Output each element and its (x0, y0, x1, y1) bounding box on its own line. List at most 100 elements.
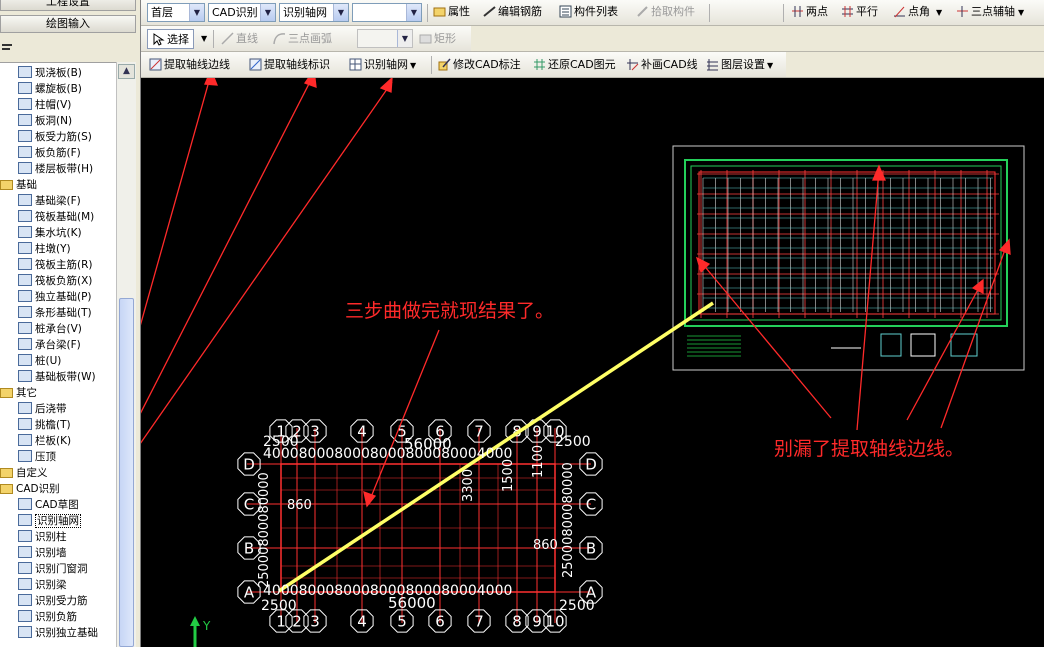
tree-item-label: 现浇板(B) (35, 67, 82, 79)
parallel-axis-button[interactable]: 平行 (841, 2, 878, 22)
tree-item[interactable]: 基础板带(W) (18, 369, 96, 385)
tree-item-label: 栏板(K) (35, 435, 72, 447)
rectangle-button[interactable]: 矩形 (419, 29, 456, 49)
mode-select[interactable]: CAD识别 ▼ (208, 3, 276, 22)
spiral-slab-icon (18, 82, 32, 94)
floor-select[interactable]: 首层 ▼ (147, 3, 205, 22)
component-list-button[interactable]: 构件列表 (559, 2, 618, 22)
tree-item[interactable]: 栏板(K) (18, 433, 71, 449)
rectangle-label: 矩形 (434, 32, 456, 45)
isolated-foundation-icon (18, 290, 32, 302)
chevron-down-icon[interactable]: ▼ (936, 8, 942, 17)
tree-item-label: 识别柱 (35, 531, 67, 543)
tree-item[interactable]: 独立基础(P) (18, 289, 92, 305)
eave-icon (18, 418, 32, 430)
tree-item[interactable]: 识别独立基础 (18, 625, 98, 641)
layer-settings-button[interactable]: 图层设置 ▼ (706, 55, 773, 75)
pick-component-button[interactable]: 拾取构件 (636, 2, 695, 22)
toolbar-separator (709, 4, 710, 22)
tree-item[interactable]: 识别负筋 (18, 609, 77, 625)
cad-drawing-area[interactable]: 1122334455667788991010DDCCBBAA 三步曲做完就现结果… (141, 78, 1044, 647)
tree-item[interactable]: 后浇带 (18, 401, 67, 417)
tree-item[interactable]: 螺旋板(B) (18, 81, 82, 97)
chevron-down-icon[interactable]: ▼ (189, 4, 204, 21)
cad-plan-thumbnail (672, 145, 1025, 371)
collapse-icon-line (2, 48, 10, 50)
chevron-down-icon[interactable]: ▼ (397, 30, 412, 47)
chevron-down-icon[interactable]: ▼ (260, 4, 275, 21)
tree-scrollbar[interactable]: ▲ (116, 62, 136, 647)
tree-item[interactable]: 板洞(N) (18, 113, 72, 129)
select-button[interactable]: 选择 (147, 29, 194, 49)
tree-item[interactable]: 柱墩(Y) (18, 241, 71, 257)
redraw-cad-line-button[interactable]: 补画CAD线 (626, 55, 698, 75)
tree-item[interactable]: 承台梁(F) (18, 337, 81, 353)
tree-item[interactable]: 识别轴网 (18, 513, 81, 529)
tree-item[interactable]: 压顶 (18, 449, 56, 465)
drawing-input-button[interactable]: 绘图输入 (0, 15, 136, 33)
three-point-arc-button[interactable]: 三点画弧 (273, 29, 332, 49)
tree-item[interactable]: 板负筋(F) (18, 145, 81, 161)
target-select[interactable]: 识别轴网 ▼ (279, 3, 349, 22)
recognize-column-icon (18, 530, 32, 542)
three-point-aux-label: 三点辅轴 (971, 5, 1015, 18)
scroll-up-icon[interactable]: ▲ (118, 64, 135, 79)
tree-group[interactable]: 自定义 (0, 465, 48, 481)
raft-foundation-icon (18, 210, 32, 222)
extract-edge-icon (149, 58, 162, 71)
tree-item[interactable]: 桩承台(V) (18, 321, 82, 337)
collapse-icon[interactable] (2, 44, 12, 46)
thumbnail-grid-lines (697, 170, 999, 318)
tree-item[interactable]: CAD草图 (18, 497, 79, 513)
tree-item[interactable]: 条形基础(T) (18, 305, 92, 321)
tree-item[interactable]: 识别梁 (18, 577, 67, 593)
tree-item[interactable]: 识别柱 (18, 529, 67, 545)
tree-group[interactable]: 基础 (0, 177, 37, 193)
tree-item[interactable]: 识别门窗洞 (18, 561, 88, 577)
cursor-icon (152, 33, 165, 46)
tree-item[interactable]: 桩(U) (18, 353, 61, 369)
tree-item[interactable]: 识别墙 (18, 545, 67, 561)
chevron-down-icon[interactable]: ▼ (767, 61, 773, 70)
tree-item-label: 基础板带(W) (35, 371, 96, 383)
arc-option-select[interactable]: ▼ (357, 29, 413, 48)
tree-item-label: 独立基础(P) (35, 291, 92, 303)
tree-item[interactable]: 柱帽(V) (18, 97, 71, 113)
extract-axis-edge-button[interactable]: 提取轴线边线 (149, 55, 230, 75)
chevron-down-icon[interactable]: ▼ (201, 29, 207, 49)
recognize-grid-button[interactable]: 识别轴网 ▼ (349, 55, 416, 75)
tree-item[interactable]: 筏板基础(M) (18, 209, 94, 225)
ucs-icon (190, 616, 200, 647)
extract-axis-label-button[interactable]: 提取轴线标识 (249, 55, 330, 75)
edit-rebar-button[interactable]: 编辑钢筋 (483, 2, 542, 22)
modify-cad-label-button[interactable]: 修改CAD标注 (438, 55, 521, 75)
component-select[interactable]: ▼ (352, 3, 422, 22)
project-settings-button[interactable]: 工程设置 (0, 0, 136, 11)
chevron-down-icon[interactable]: ▼ (333, 4, 348, 21)
tree-item[interactable]: 板受力筋(S) (18, 129, 92, 145)
axis-bubble-label: 7 (474, 613, 484, 631)
chevron-down-icon[interactable]: ▼ (1018, 8, 1024, 17)
tree-item[interactable]: 识别受力筋 (18, 593, 88, 609)
axis-bubble-label: 7 (474, 423, 484, 441)
three-point-aux-button[interactable]: 三点辅轴 ▼ (956, 2, 1024, 22)
point-angle-button[interactable]: 点角 ▼ (893, 2, 942, 22)
scroll-thumb[interactable] (119, 298, 134, 647)
chevron-down-icon[interactable]: ▼ (406, 4, 421, 21)
tree-item-label: 桩(U) (35, 355, 62, 367)
tree-group[interactable]: CAD识别 (0, 481, 60, 497)
tree-item[interactable]: 筏板主筋(R) (18, 257, 93, 273)
tree-item[interactable]: 楼层板带(H) (18, 161, 93, 177)
tree-group[interactable]: 其它 (0, 385, 37, 401)
toolbar-draw: 选择 ▼ 直线 三点画弧 ▼ 矩形 (141, 26, 471, 52)
tree-item[interactable]: 挑檐(T) (18, 417, 71, 433)
two-point-axis-button[interactable]: 两点 (791, 2, 828, 22)
properties-button[interactable]: 属性 (433, 2, 470, 22)
tree-item[interactable]: 集水坑(K) (18, 225, 82, 241)
tree-item[interactable]: 筏板负筋(X) (18, 273, 92, 289)
chevron-down-icon[interactable]: ▼ (410, 61, 416, 70)
line-button[interactable]: 直线 (221, 29, 258, 49)
restore-cad-button[interactable]: 还原CAD图元 (533, 55, 616, 75)
tree-item[interactable]: 基础梁(F) (18, 193, 81, 209)
tree-item[interactable]: 现浇板(B) (18, 65, 82, 81)
